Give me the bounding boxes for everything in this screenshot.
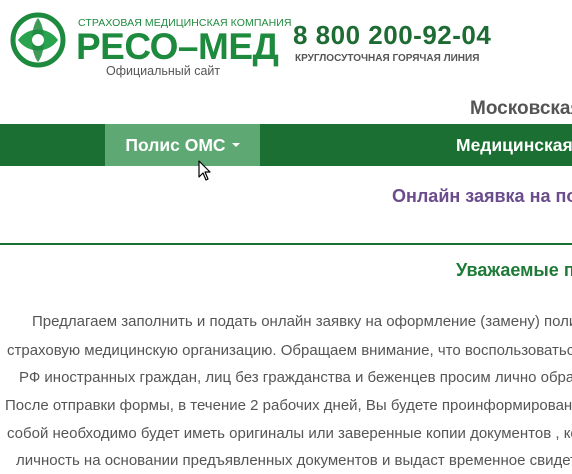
nav-item-label: Полис ОМС (125, 134, 226, 155)
mouse-cursor-icon (198, 160, 211, 181)
page-title: Онлайн заявка на полу (392, 186, 572, 206)
logo-name[interactable]: РЕСО–МЕД (76, 27, 279, 67)
nav-item-polis-oms[interactable]: Полис ОМС (105, 124, 260, 166)
hotline-phone[interactable]: 8 800 200-92-04 (293, 20, 491, 51)
reso-med-logo-icon[interactable] (10, 12, 66, 68)
nav-item-medical[interactable]: Медицинская (456, 124, 572, 166)
greeting-heading: Уважаемые по (456, 260, 572, 280)
paragraph-line: личность на основании предъявленных доку… (16, 452, 572, 469)
section-divider (0, 243, 572, 245)
paragraph-line: собой необходимо будет иметь оригиналы и… (7, 425, 572, 442)
logo-subtitle: Официальный сайт (106, 64, 221, 78)
paragraph-line: После отправки формы, в течение 2 рабочи… (5, 397, 572, 414)
paragraph-line: Предлагаем заполнить и подать онлайн зая… (32, 313, 572, 330)
region-selector[interactable]: Московская (470, 98, 572, 120)
paragraph-line: страховую медицинскую организацию. Обращ… (7, 342, 572, 359)
hotline-label: КРУГЛОСУТОЧНАЯ ГОРЯЧАЯ ЛИНИЯ (295, 53, 480, 64)
chevron-down-icon (231, 143, 240, 147)
main-navbar: Полис ОМС Медицинская (0, 124, 572, 166)
paragraph-line: РФ иностранных граждан, лиц без гражданс… (19, 369, 572, 386)
